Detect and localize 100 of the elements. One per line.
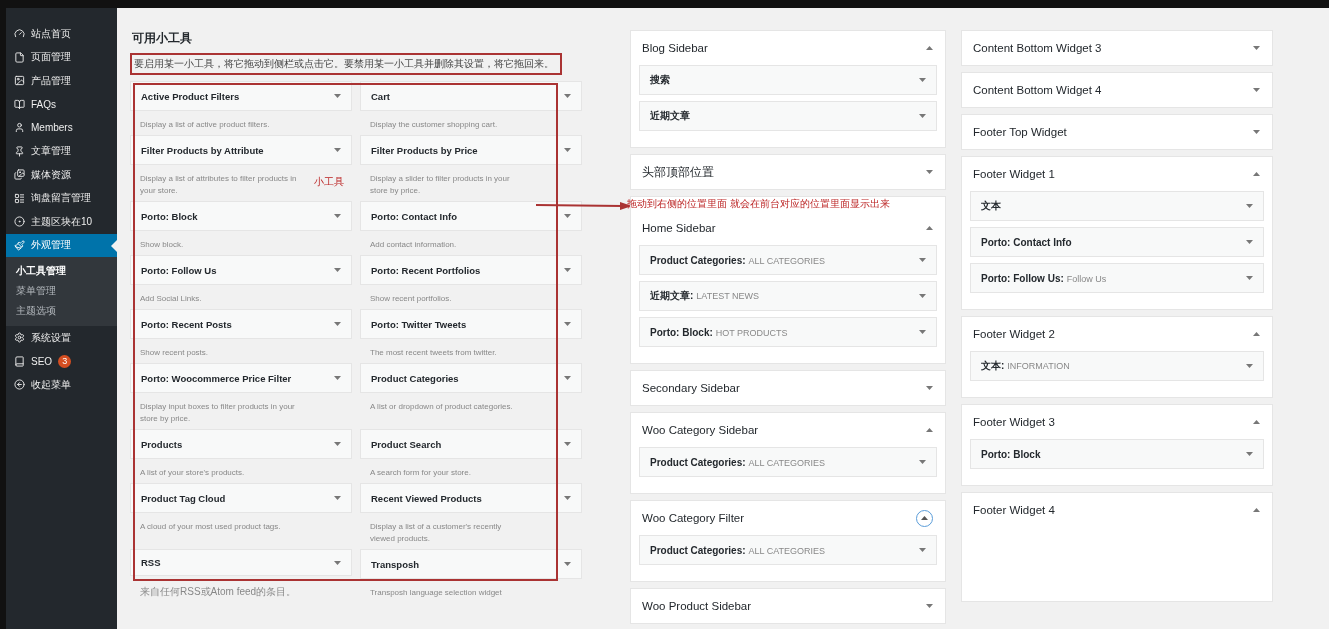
caret-down-icon[interactable] xyxy=(334,322,341,326)
caret-down-icon[interactable] xyxy=(919,114,926,118)
available-widget[interactable]: Recent Viewed Products xyxy=(360,483,582,513)
caret-down-icon[interactable] xyxy=(926,386,933,390)
sidebar-item[interactable]: FAQs xyxy=(6,92,117,116)
caret-down-icon[interactable] xyxy=(334,442,341,446)
caret-down-icon[interactable] xyxy=(919,78,926,82)
widget-area-title[interactable]: Footer Widget 2 xyxy=(973,328,1055,340)
widget-area-title[interactable]: Woo Category Filter xyxy=(642,512,745,524)
caret-down-icon[interactable] xyxy=(334,560,341,565)
sidebar-item[interactable]: 页面管理 xyxy=(6,45,117,69)
caret-down-icon[interactable] xyxy=(564,214,571,218)
placed-widget[interactable]: Product Categories: ALL CATEGORIES xyxy=(639,245,937,275)
sidebar-item[interactable]: 产品管理 xyxy=(6,69,117,93)
caret-down-icon[interactable] xyxy=(1246,364,1253,368)
available-widget[interactable]: Cart xyxy=(360,81,582,111)
caret-down-icon[interactable] xyxy=(334,214,341,218)
caret-down-icon[interactable] xyxy=(564,148,571,152)
sidebar-item[interactable]: 主题区块在10 xyxy=(6,210,117,234)
submenu-item[interactable]: 小工具管理 xyxy=(6,262,117,280)
submenu-item[interactable]: 主题选项 xyxy=(6,302,117,320)
caret-up-icon[interactable] xyxy=(1253,420,1260,424)
placed-widget[interactable]: 近期文章 xyxy=(639,101,937,131)
caret-down-icon[interactable] xyxy=(1246,240,1253,244)
available-widget[interactable]: RSS xyxy=(130,549,352,576)
caret-down-icon[interactable] xyxy=(926,604,933,608)
available-widget[interactable]: Product Tag Cloud xyxy=(130,483,352,513)
placed-widget[interactable]: 近期文章: LATEST NEWS xyxy=(639,281,937,311)
caret-up-icon[interactable] xyxy=(926,428,933,432)
caret-down-icon[interactable] xyxy=(1246,204,1253,208)
caret-up-icon[interactable] xyxy=(1253,172,1260,176)
placed-widget[interactable]: Porto: Block: HOT PRODUCTS xyxy=(639,317,937,347)
available-widget[interactable]: Transposh xyxy=(360,549,582,579)
widget-area-title[interactable]: Footer Widget 1 xyxy=(973,168,1055,180)
widget-area-title[interactable]: Footer Widget 4 xyxy=(973,504,1055,516)
widget-area-title[interactable]: Footer Widget 3 xyxy=(973,416,1055,428)
caret-up-icon[interactable] xyxy=(1253,508,1260,512)
caret-down-icon[interactable] xyxy=(564,94,571,98)
caret-down-icon[interactable] xyxy=(926,170,933,174)
available-widget[interactable]: Porto: Twitter Tweets xyxy=(360,309,582,339)
sidebar-item[interactable]: Members xyxy=(6,116,117,140)
caret-down-icon[interactable] xyxy=(564,376,571,380)
caret-down-icon[interactable] xyxy=(1246,452,1253,456)
caret-down-icon[interactable] xyxy=(334,268,341,272)
sidebar-item[interactable]: 收起菜单 xyxy=(6,373,117,397)
caret-down-icon[interactable] xyxy=(1253,46,1260,50)
placed-widget[interactable]: Product Categories: ALL CATEGORIES xyxy=(639,535,937,565)
caret-down-icon[interactable] xyxy=(564,322,571,326)
caret-down-icon[interactable] xyxy=(334,376,341,380)
available-widget[interactable]: Porto: Woocommerce Price Filter xyxy=(130,363,352,393)
placed-widget[interactable]: 搜索 xyxy=(639,65,937,95)
placed-widget[interactable]: 文本 xyxy=(970,191,1264,221)
widget-area-title[interactable]: Content Bottom Widget 4 xyxy=(973,84,1102,96)
available-widget[interactable]: Product Search xyxy=(360,429,582,459)
available-widget[interactable]: Porto: Block xyxy=(130,201,352,231)
placed-widget[interactable]: Porto: Follow Us: Follow Us xyxy=(970,263,1264,293)
sidebar-item[interactable]: 系统设置 xyxy=(6,326,117,350)
sidebar-item[interactable]: 文章管理 xyxy=(6,139,117,163)
caret-up-icon[interactable] xyxy=(926,226,933,230)
caret-down-icon[interactable] xyxy=(919,460,926,464)
available-widget[interactable]: Active Product Filters xyxy=(130,81,352,111)
placed-widget[interactable]: Product Categories: ALL CATEGORIES xyxy=(639,447,937,477)
caret-down-icon[interactable] xyxy=(1253,88,1260,92)
caret-down-icon[interactable] xyxy=(334,94,341,98)
caret-down-icon[interactable] xyxy=(1246,276,1253,280)
widget-area-title[interactable]: Home Sidebar xyxy=(642,222,716,234)
submenu-item[interactable]: 菜单管理 xyxy=(6,282,117,300)
available-widget[interactable]: Filter Products by Price xyxy=(360,135,582,165)
available-widget[interactable]: Product Categories xyxy=(360,363,582,393)
sidebar-item[interactable]: SEO 3 xyxy=(6,349,117,373)
caret-down-icon[interactable] xyxy=(1253,130,1260,134)
available-widget[interactable]: Porto: Recent Portfolios xyxy=(360,255,582,285)
placed-widget[interactable]: Porto: Block xyxy=(970,439,1264,469)
placed-widget[interactable]: Porto: Contact Info xyxy=(970,227,1264,257)
caret-down-icon[interactable] xyxy=(334,148,341,152)
widget-area-title[interactable]: Blog Sidebar xyxy=(642,42,708,54)
widget-area-title[interactable]: Footer Top Widget xyxy=(973,126,1067,138)
available-widget[interactable]: Porto: Recent Posts xyxy=(130,309,352,339)
caret-up-icon[interactable] xyxy=(1253,332,1260,336)
caret-down-icon[interactable] xyxy=(334,496,341,500)
caret-down-icon[interactable] xyxy=(564,496,571,500)
widget-area-title[interactable]: Woo Category Sidebar xyxy=(642,424,759,436)
caret-down-icon[interactable] xyxy=(564,268,571,272)
available-widget[interactable]: Filter Products by Attribute xyxy=(130,135,352,165)
widget-area-title[interactable]: 头部顶部位置 xyxy=(642,164,714,180)
caret-down-icon[interactable] xyxy=(564,442,571,446)
available-widget[interactable]: Porto: Contact Info xyxy=(360,201,582,231)
sidebar-item[interactable]: 媒体资源 xyxy=(6,163,117,187)
placed-widget[interactable]: 文本: INFORMATION xyxy=(970,351,1264,381)
widget-area-title[interactable]: Content Bottom Widget 3 xyxy=(973,42,1102,54)
available-widget[interactable]: Porto: Follow Us xyxy=(130,255,352,285)
caret-down-icon[interactable] xyxy=(919,294,926,298)
caret-down-icon[interactable] xyxy=(564,562,571,566)
widget-area-title[interactable]: Woo Product Sidebar xyxy=(642,600,752,612)
sidebar-item[interactable]: 外观管理 xyxy=(6,233,117,257)
sidebar-item[interactable]: 站点首页 xyxy=(6,22,117,46)
available-widget[interactable]: Products xyxy=(130,429,352,459)
caret-down-icon[interactable] xyxy=(919,258,926,262)
caret-up-icon[interactable] xyxy=(926,46,933,50)
widget-area-title[interactable]: Secondary Sidebar xyxy=(642,382,740,394)
